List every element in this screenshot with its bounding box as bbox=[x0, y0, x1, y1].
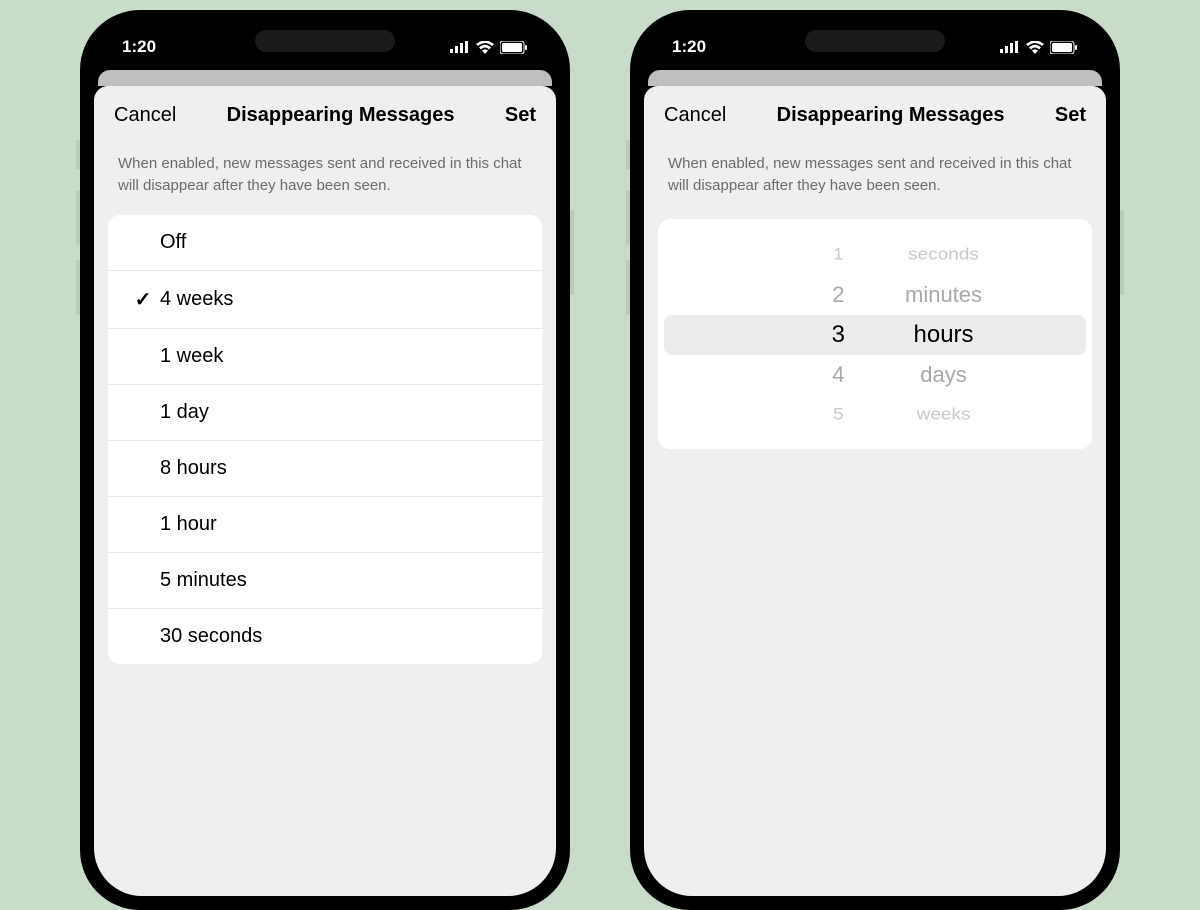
wifi-icon bbox=[476, 41, 494, 54]
duration-picker[interactable]: 1 2 3 4 5 6 seconds minutes hours bbox=[658, 219, 1092, 449]
picker-number[interactable]: 1 bbox=[832, 238, 845, 272]
status-bar: 1:20 bbox=[94, 24, 556, 70]
list-item-label: 8 hours bbox=[160, 457, 524, 480]
status-time: 1:20 bbox=[672, 37, 706, 57]
volume-down-button bbox=[76, 260, 80, 315]
list-item[interactable]: Off bbox=[108, 215, 542, 271]
list-item-label: Off bbox=[160, 231, 524, 254]
duration-list: Off ✓ 4 weeks 1 week 1 day 8 hours bbox=[108, 215, 542, 664]
modal-header: Cancel Disappearing Messages Set bbox=[94, 86, 556, 145]
wifi-icon bbox=[1026, 41, 1044, 54]
cellular-icon bbox=[450, 41, 470, 53]
picker-number[interactable]: 5 bbox=[832, 398, 845, 432]
picker-unit[interactable]: hours bbox=[905, 315, 982, 355]
cancel-button[interactable]: Cancel bbox=[114, 104, 176, 127]
list-item-label: 30 seconds bbox=[160, 625, 524, 648]
side-button bbox=[626, 140, 630, 170]
cellular-icon bbox=[1000, 41, 1020, 53]
picker-unit[interactable]: minutes bbox=[905, 275, 982, 315]
background-sheet bbox=[648, 70, 1102, 86]
phone-mockup-list: 1:20 Cancel Disappearing Messages Set Wh bbox=[80, 10, 570, 910]
list-item-label: 1 day bbox=[160, 401, 524, 424]
volume-up-button bbox=[76, 190, 80, 245]
list-item[interactable]: 30 seconds bbox=[108, 609, 542, 664]
picker-number-column[interactable]: 1 2 3 4 5 6 bbox=[658, 219, 875, 449]
picker-unit[interactable]: days bbox=[905, 355, 982, 395]
picker-number[interactable]: 3 bbox=[832, 315, 845, 355]
side-button bbox=[76, 140, 80, 170]
list-item[interactable]: 1 week bbox=[108, 329, 542, 385]
list-item-label: 1 hour bbox=[160, 513, 524, 536]
modal-title: Disappearing Messages bbox=[227, 104, 455, 127]
set-button[interactable]: Set bbox=[1055, 104, 1086, 127]
modal-sheet: Cancel Disappearing Messages Set When en… bbox=[94, 86, 556, 896]
list-item[interactable]: 1 hour bbox=[108, 497, 542, 553]
battery-icon bbox=[1050, 41, 1078, 54]
phone-mockup-picker: 1:20 Cancel Disappearing Messages Set Wh bbox=[630, 10, 1120, 910]
picker-number[interactable]: 4 bbox=[832, 355, 845, 395]
status-time: 1:20 bbox=[122, 37, 156, 57]
checkmark-icon: ✓ bbox=[126, 287, 160, 312]
list-item[interactable]: 5 minutes bbox=[108, 553, 542, 609]
phone-screen: 1:20 Cancel Disappearing Messages Set Wh bbox=[644, 24, 1106, 896]
picker-unit[interactable]: weeks bbox=[905, 398, 982, 432]
modal-description: When enabled, new messages sent and rece… bbox=[94, 145, 556, 215]
status-bar: 1:20 bbox=[644, 24, 1106, 70]
modal-sheet: Cancel Disappearing Messages Set When en… bbox=[644, 86, 1106, 896]
modal-description: When enabled, new messages sent and rece… bbox=[644, 145, 1106, 215]
picker-number[interactable]: 6 bbox=[832, 443, 845, 449]
modal-title: Disappearing Messages bbox=[777, 104, 1005, 127]
list-item-label: 5 minutes bbox=[160, 569, 524, 592]
list-item-label: 1 week bbox=[160, 345, 524, 368]
battery-icon bbox=[500, 41, 528, 54]
picker-unit[interactable]: seconds bbox=[905, 238, 982, 272]
list-item-label: 4 weeks bbox=[160, 288, 524, 311]
picker-unit-column[interactable]: seconds minutes hours days weeks bbox=[875, 219, 1092, 449]
list-item[interactable]: ✓ 4 weeks bbox=[108, 271, 542, 329]
power-button bbox=[1120, 210, 1124, 295]
picker-number[interactable]: 2 bbox=[832, 275, 845, 315]
status-indicators bbox=[1000, 41, 1078, 54]
list-item[interactable]: 8 hours bbox=[108, 441, 542, 497]
volume-down-button bbox=[626, 260, 630, 315]
modal-header: Cancel Disappearing Messages Set bbox=[644, 86, 1106, 145]
set-button[interactable]: Set bbox=[505, 104, 536, 127]
background-sheet bbox=[98, 70, 552, 86]
phone-screen: 1:20 Cancel Disappearing Messages Set Wh bbox=[94, 24, 556, 896]
cancel-button[interactable]: Cancel bbox=[664, 104, 726, 127]
volume-up-button bbox=[626, 190, 630, 245]
status-indicators bbox=[450, 41, 528, 54]
power-button bbox=[570, 210, 574, 295]
list-item[interactable]: 1 day bbox=[108, 385, 542, 441]
